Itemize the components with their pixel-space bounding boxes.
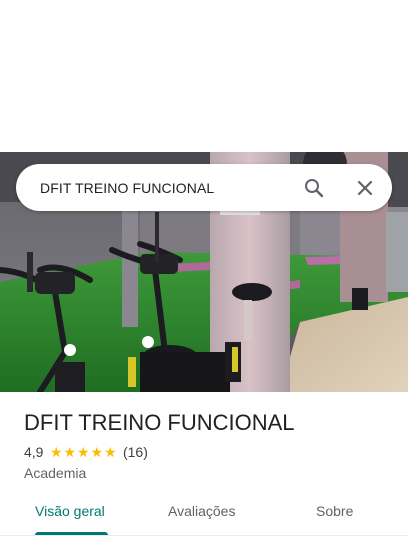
- map-area-blank: [0, 0, 408, 152]
- star-icon: ★: [103, 444, 117, 460]
- star-icon: ★: [63, 444, 76, 460]
- star-icon: ★: [90, 444, 103, 460]
- place-tabs: Visão geral Avaliações Sobre: [0, 503, 408, 544]
- place-category[interactable]: Academia: [24, 465, 86, 481]
- review-count[interactable]: (16): [123, 444, 148, 460]
- tab-about[interactable]: Sobre: [316, 503, 353, 519]
- search-input[interactable]: DFIT TREINO FUNCIONAL: [40, 180, 392, 196]
- tabs-divider: [0, 535, 408, 536]
- close-icon[interactable]: [353, 176, 377, 200]
- rating-row[interactable]: 4,9 ★ ★ ★ ★ ★ (16): [24, 444, 148, 460]
- rating-value: 4,9: [24, 444, 44, 460]
- star-icon: ★: [49, 444, 63, 460]
- tab-overview[interactable]: Visão geral: [35, 503, 105, 519]
- rating-stars: ★ ★ ★ ★ ★: [49, 445, 117, 459]
- star-icon: ★: [76, 444, 90, 460]
- tab-reviews[interactable]: Avaliações: [168, 503, 235, 519]
- place-title: DFIT TREINO FUNCIONAL: [24, 410, 295, 435]
- search-bar[interactable]: DFIT TREINO FUNCIONAL: [16, 164, 392, 211]
- place-page: DFIT TREINO FUNCIONAL DFIT TREINO FUNCIO…: [0, 0, 408, 544]
- search-icon[interactable]: [302, 176, 326, 200]
